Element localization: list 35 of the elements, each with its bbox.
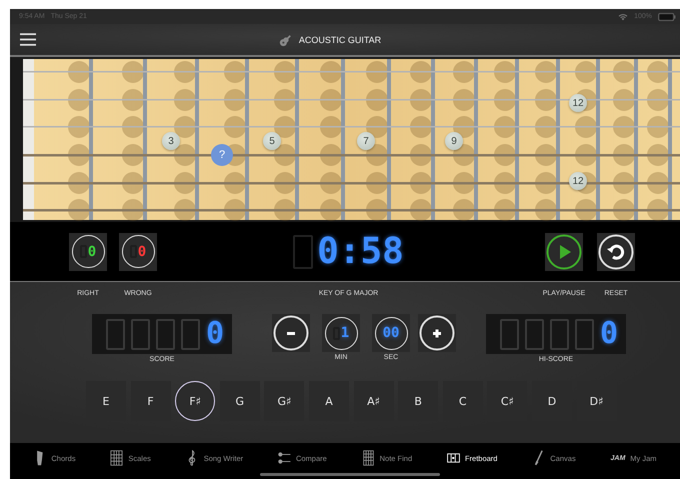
- unlit-digit-icon: [293, 234, 314, 268]
- compare-icon: [278, 450, 291, 466]
- grid-icon: [110, 450, 124, 466]
- unlit-digit-icon: [130, 318, 150, 350]
- unlit-digit-icon: [550, 318, 569, 350]
- unlit-digit-icon: [156, 318, 175, 350]
- unlit-digit-icon: [574, 318, 594, 350]
- menu-icon[interactable]: [20, 33, 36, 46]
- chord-chart-icon: [362, 450, 375, 466]
- minus-icon: [273, 315, 309, 351]
- unlit-digit-icon: [180, 318, 200, 350]
- unlit-digit-icon: [500, 318, 519, 350]
- reset-icon: [598, 234, 634, 270]
- wifi-icon: [618, 12, 628, 20]
- timer-value: 0:58: [317, 234, 404, 270]
- hi-score-value: 0: [600, 319, 618, 349]
- score-value: 0: [206, 319, 224, 349]
- fretboard-drawing[interactable]: [10, 57, 680, 222]
- paintbrush-icon: [532, 450, 546, 466]
- unlit-digit-icon: [106, 318, 125, 350]
- counter-value: 0: [88, 244, 96, 258]
- play-button[interactable]: [545, 232, 584, 270]
- decrease-button[interactable]: [272, 314, 310, 352]
- increase-button[interactable]: [418, 314, 456, 352]
- nav-title: ACOUSTIC GUITAR: [298, 34, 382, 44]
- minutes-value: 1: [340, 326, 350, 340]
- play-icon: [546, 234, 582, 270]
- unlit-digit-icon: [524, 318, 544, 350]
- seconds-value: 00: [382, 326, 400, 340]
- battery-icon: [658, 12, 676, 20]
- reset-button[interactable]: [597, 232, 636, 270]
- counter-value: 0: [138, 244, 146, 258]
- guitar-icon: [278, 32, 293, 46]
- note-button[interactable]: F♯: [175, 381, 216, 421]
- plus-icon: [419, 315, 455, 351]
